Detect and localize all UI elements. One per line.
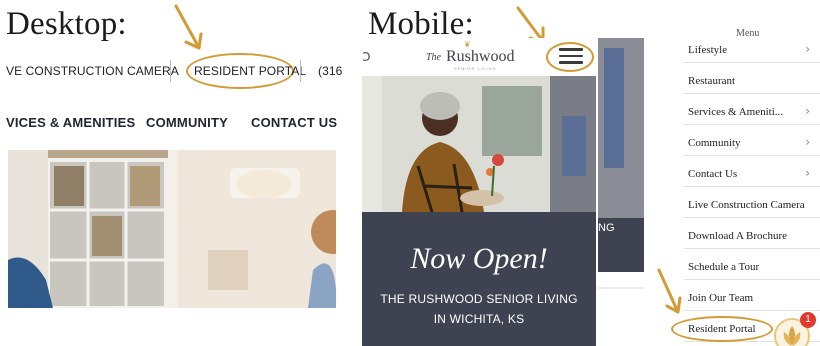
menu-divider bbox=[684, 248, 820, 249]
middle-screen-illustration bbox=[598, 38, 644, 346]
arrow-to-resident-portal-mobile bbox=[655, 266, 685, 321]
menu-item-download-a-brochure[interactable]: Download A Brochure bbox=[688, 230, 820, 242]
mobile-middle-screen: NG bbox=[598, 38, 644, 346]
nav-contact-us[interactable]: CONTACT US bbox=[251, 115, 337, 130]
topbar-divider bbox=[300, 60, 301, 82]
topbar-phone-link[interactable]: (316 bbox=[318, 64, 342, 78]
hamburger-bar bbox=[559, 48, 583, 51]
menu-item-contact-us[interactable]: Contact Us bbox=[688, 168, 820, 180]
side-text: NG bbox=[598, 222, 615, 234]
hamburger-menu-button[interactable] bbox=[556, 44, 586, 70]
nav-services-amenities[interactable]: VICES & AMENITIES bbox=[6, 115, 135, 130]
arrow-to-resident-portal-desktop bbox=[170, 2, 210, 57]
hero-script-heading: Now Open! bbox=[410, 242, 548, 275]
desktop-label: Desktop: bbox=[6, 6, 127, 42]
hamburger-bar bbox=[559, 54, 583, 57]
desktop-hero-image bbox=[8, 150, 336, 308]
mobile-logo[interactable]: ❦ The Rushwood SENIOR LIVING bbox=[424, 40, 520, 74]
menu-item-lifestyle[interactable]: Lifestyle bbox=[688, 44, 820, 56]
menu-divider bbox=[684, 310, 820, 311]
menu-item-join-our-team[interactable]: Join Our Team bbox=[688, 292, 820, 304]
logo-subtext: SENIOR LIVING bbox=[454, 66, 497, 71]
logo-prefix: The bbox=[426, 52, 441, 63]
menu-item-live-construction-camera[interactable]: Live Construction Camera bbox=[688, 199, 820, 211]
menu-header: Menu bbox=[736, 28, 760, 39]
chevron-right-icon[interactable]: › bbox=[805, 104, 810, 118]
chevron-right-icon[interactable]: › bbox=[805, 166, 810, 180]
topbar-construction-camera-link[interactable]: VE CONSTRUCTION CAMERA bbox=[6, 64, 179, 78]
mobile-screen: ↄ ❦ The Rushwood SENIOR LIVING Now Open!… bbox=[362, 38, 596, 346]
logo-text: Rushwood bbox=[446, 48, 515, 65]
arrow-icon bbox=[657, 268, 682, 314]
hero-photo-illustration bbox=[362, 76, 596, 212]
arrow-icon bbox=[174, 4, 203, 50]
chevron-right-icon[interactable]: › bbox=[805, 135, 810, 149]
hamburger-bar bbox=[559, 61, 583, 64]
mobile-hero-image bbox=[362, 76, 596, 212]
mobile-menu-panel: Menu Lifestyle › Restaurant Services & Amen… bbox=[676, 24, 820, 346]
menu-divider bbox=[684, 186, 820, 187]
menu-divider bbox=[684, 124, 820, 125]
menu-item-schedule-a-tour[interactable]: Schedule a Tour bbox=[688, 261, 820, 273]
hero-line-2: IN WICHITA, KS bbox=[433, 312, 525, 326]
chat-badge: 1 bbox=[800, 312, 816, 328]
hero-line-1: THE RUSHWOOD SENIOR LIVING bbox=[380, 292, 578, 306]
menu-divider bbox=[684, 62, 820, 63]
resident-portal-menu-highlight bbox=[671, 316, 773, 342]
topbar-divider bbox=[170, 60, 171, 82]
nav-community[interactable]: COMMUNITY bbox=[146, 115, 228, 130]
menu-item-services-ameniti[interactable]: Services & Ameniti... bbox=[688, 106, 820, 118]
menu-item-restaurant[interactable]: Restaurant bbox=[688, 75, 820, 87]
hero-photo-illustration bbox=[8, 150, 336, 308]
menu-item-community[interactable]: Community bbox=[688, 137, 820, 149]
chevron-right-icon[interactable]: › bbox=[805, 42, 810, 56]
menu-divider bbox=[684, 155, 820, 156]
menu-divider bbox=[684, 217, 820, 218]
menu-divider bbox=[684, 93, 820, 94]
menu-divider bbox=[684, 279, 820, 280]
mobile-back-partial-icon: ↄ bbox=[362, 46, 371, 65]
topbar-resident-portal-link[interactable]: RESIDENT PORTAL bbox=[194, 64, 306, 78]
